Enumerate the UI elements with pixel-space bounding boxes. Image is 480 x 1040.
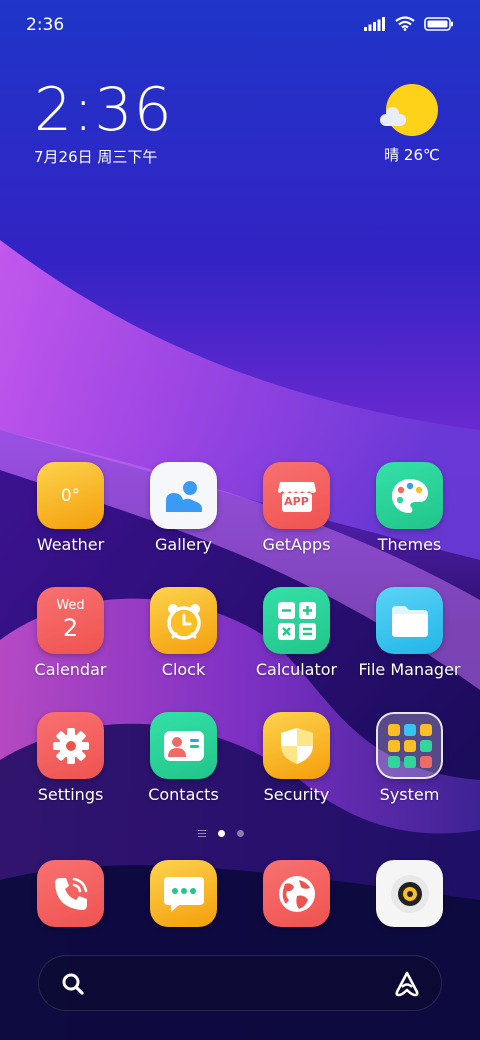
app-settings[interactable]: Settings	[14, 712, 127, 804]
status-time: 2:36	[26, 15, 65, 35]
themes-icon	[376, 462, 443, 529]
dock-browser[interactable]	[240, 860, 353, 927]
weather-widget[interactable]: 晴 26℃	[380, 84, 444, 165]
calculator-icon	[263, 587, 330, 654]
sunny-icon	[380, 84, 438, 136]
dock-messages[interactable]	[127, 860, 240, 927]
dock-phone[interactable]	[14, 860, 127, 927]
calendar-icon: Wed 2	[37, 587, 104, 654]
app-label: System	[379, 785, 440, 804]
app-clock[interactable]: Clock	[127, 587, 240, 679]
weather-app-temp: 0°	[60, 485, 81, 506]
app-label: Gallery	[155, 535, 212, 554]
app-label: Calendar	[34, 660, 107, 679]
weather-icon: 0°	[37, 462, 104, 529]
app-label: GetApps	[262, 535, 331, 554]
page-indicator[interactable]	[198, 830, 244, 837]
weather-text: 晴 26℃	[384, 146, 440, 164]
app-grid: 0° Weather Gallery APP GetApps Themes We…	[14, 462, 466, 804]
getapps-badge: APP	[284, 495, 309, 508]
app-getapps[interactable]: APP GetApps	[240, 462, 353, 554]
clock-icon	[150, 587, 217, 654]
app-label: Settings	[37, 785, 104, 804]
app-label: Clock	[161, 660, 206, 679]
browser-icon	[263, 860, 330, 927]
page-dot-1	[218, 830, 225, 837]
app-system-folder[interactable]: System	[353, 712, 466, 804]
dock-music[interactable]	[353, 860, 466, 927]
getapps-icon: APP	[263, 462, 330, 529]
signal-icon	[364, 16, 385, 31]
security-icon	[263, 712, 330, 779]
app-contacts[interactable]: Contacts	[127, 712, 240, 804]
app-weather[interactable]: 0° Weather	[14, 462, 127, 554]
battery-icon	[424, 16, 453, 31]
assistant-icon[interactable]	[393, 970, 421, 998]
messages-icon	[150, 860, 217, 927]
app-label: Weather	[36, 535, 105, 554]
app-label: File Manager	[358, 660, 461, 679]
status-icons	[364, 16, 454, 31]
page-dot-2	[237, 830, 244, 837]
system-folder-icon	[376, 712, 443, 779]
folder-icon	[376, 587, 443, 654]
gallery-icon	[150, 462, 217, 529]
app-calendar[interactable]: Wed 2 Calendar	[14, 587, 127, 679]
clock-widget[interactable]: 2:36 7月26日 周三下午	[34, 78, 173, 167]
app-label: Security	[263, 785, 330, 804]
calendar-day: Wed	[56, 598, 85, 613]
music-icon	[376, 860, 443, 927]
status-bar: 2:36	[0, 0, 480, 50]
phone-icon	[37, 860, 104, 927]
dock	[14, 860, 466, 927]
app-label: Calculator	[255, 660, 338, 679]
clock-date: 7月26日 周三下午	[34, 148, 158, 166]
search-bar[interactable]	[38, 955, 442, 1011]
page-menu-icon	[198, 830, 206, 837]
settings-icon	[37, 712, 104, 779]
calendar-date: 2	[62, 614, 79, 642]
app-label: Themes	[377, 535, 442, 554]
app-label: Contacts	[148, 785, 219, 804]
wifi-icon	[395, 16, 415, 31]
app-calculator[interactable]: Calculator	[240, 587, 353, 679]
app-themes[interactable]: Themes	[353, 462, 466, 554]
app-gallery[interactable]: Gallery	[127, 462, 240, 554]
contacts-icon	[150, 712, 217, 779]
search-icon	[62, 973, 84, 995]
clock-time: 2:36	[34, 75, 173, 145]
app-security[interactable]: Security	[240, 712, 353, 804]
app-file-manager[interactable]: File Manager	[353, 587, 466, 679]
